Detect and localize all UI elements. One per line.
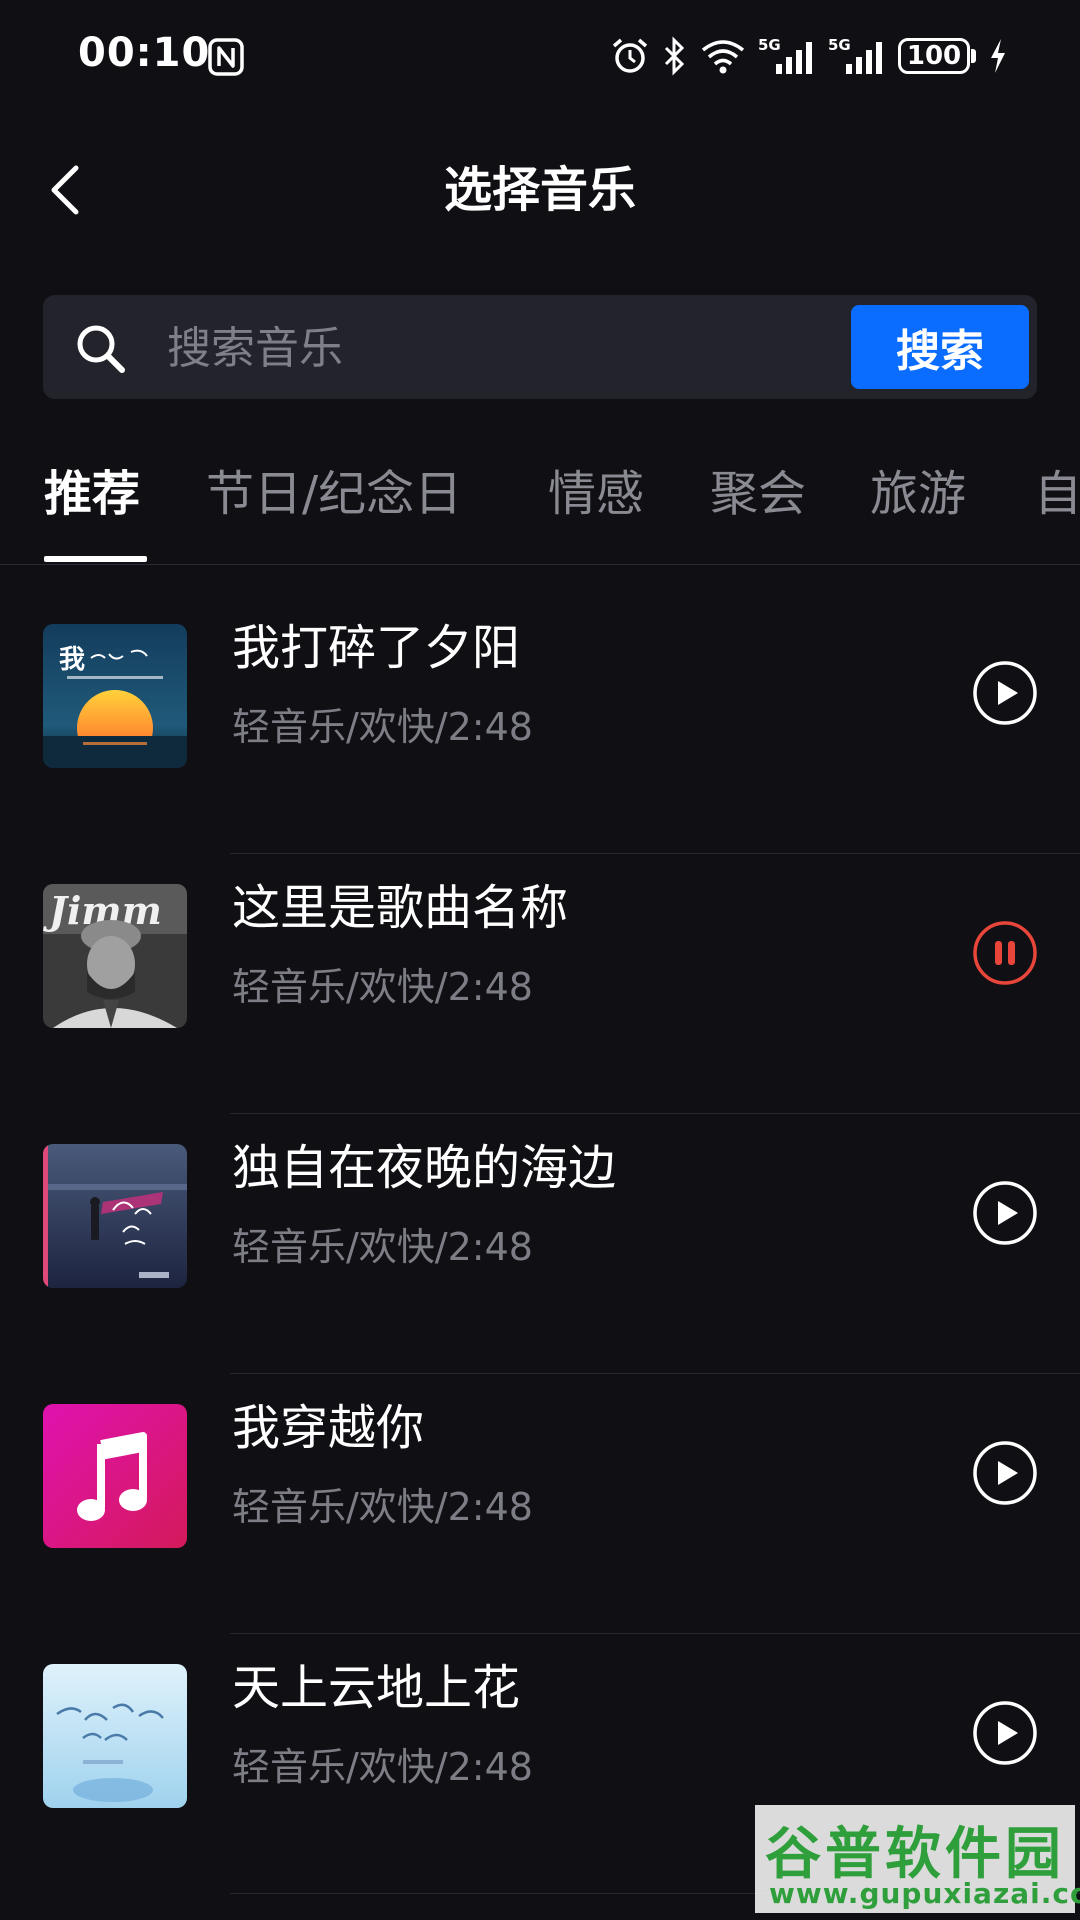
song-meta: 轻音乐/欢快/2:48 (232, 1485, 533, 1529)
song-meta: 轻音乐/欢快/2:48 (232, 1745, 533, 1789)
category-tabs: 推荐 节日/纪念日 情感 聚会 旅游 自 (0, 440, 1080, 565)
list-item[interactable]: 独自在夜晚的海边 轻音乐/欢快/2:48 (0, 1114, 1080, 1374)
cellular-signal-icon-2: 5G (828, 36, 882, 74)
search-button[interactable]: 搜索 (851, 305, 1029, 389)
music-note-cover (43, 1404, 187, 1548)
song-meta: 轻音乐/欢快/2:48 (232, 705, 533, 749)
wifi-icon (701, 40, 745, 74)
tab-recommended[interactable]: 推荐 (44, 464, 140, 524)
status-time: 00:10 (78, 30, 211, 76)
svg-text:我: 我 (59, 645, 85, 675)
cellular-signal-icon: 5G (758, 36, 812, 74)
tab-indicator (44, 556, 147, 562)
list-item[interactable]: 我 我打碎了夕阳 轻音乐/欢快/2:48 (0, 594, 1080, 854)
tab-travel[interactable]: 旅游 (870, 464, 966, 524)
bluetooth-icon (664, 36, 685, 76)
portrait-cover: Jimm (43, 884, 187, 1028)
tab-emotion[interactable]: 情感 (548, 464, 644, 524)
battery-icon: 100 (898, 38, 970, 74)
song-title: 我穿越你 (232, 1400, 425, 1456)
watermark: 谷普软件园 www.gupuxiazai.com (755, 1805, 1080, 1913)
song-title: 我打碎了夕阳 (232, 620, 521, 676)
network-label-2: 5G (828, 36, 851, 54)
alarm-icon (612, 38, 648, 73)
charging-icon (991, 39, 1005, 73)
status-bar: 00:10 5G 5G 100 (0, 0, 1080, 115)
song-title: 天上云地上花 (232, 1660, 521, 1716)
sky-cover (43, 1664, 187, 1808)
pause-icon[interactable] (972, 920, 1038, 986)
song-meta: 轻音乐/欢快/2:48 (232, 1225, 533, 1269)
tab-party[interactable]: 聚会 (710, 464, 806, 524)
battery-level: 100 (906, 41, 962, 71)
tab-festival[interactable]: 节日/纪念日 (206, 464, 462, 524)
network-label-1: 5G (758, 36, 781, 54)
list-item[interactable]: 我穿越你 轻音乐/欢快/2:48 (0, 1374, 1080, 1634)
play-icon[interactable] (972, 1700, 1038, 1766)
seaside-cover (43, 1144, 187, 1288)
play-icon[interactable] (972, 1180, 1038, 1246)
nfc-icon (208, 38, 244, 76)
search-input[interactable] (165, 295, 869, 401)
status-icons: 5G 5G 100 (610, 34, 1008, 78)
page-title: 选择音乐 (443, 162, 636, 218)
sunset-cover: 我 (43, 624, 187, 768)
tab-more[interactable]: 自 (1034, 464, 1080, 524)
song-meta: 轻音乐/欢快/2:48 (232, 965, 533, 1009)
header: 选择音乐 (0, 120, 1080, 260)
play-icon[interactable] (972, 1440, 1038, 1506)
search-bar: 搜索 (43, 295, 1037, 401)
search-icon (77, 325, 125, 373)
list-item[interactable]: Jimm 这里是歌曲名称 轻音乐/欢快/2:48 (0, 854, 1080, 1114)
watermark-url: www.gupuxiazai.com (769, 1877, 1080, 1910)
play-icon[interactable] (972, 660, 1038, 726)
song-title: 独自在夜晚的海边 (232, 1140, 617, 1196)
song-title: 这里是歌曲名称 (232, 880, 569, 936)
